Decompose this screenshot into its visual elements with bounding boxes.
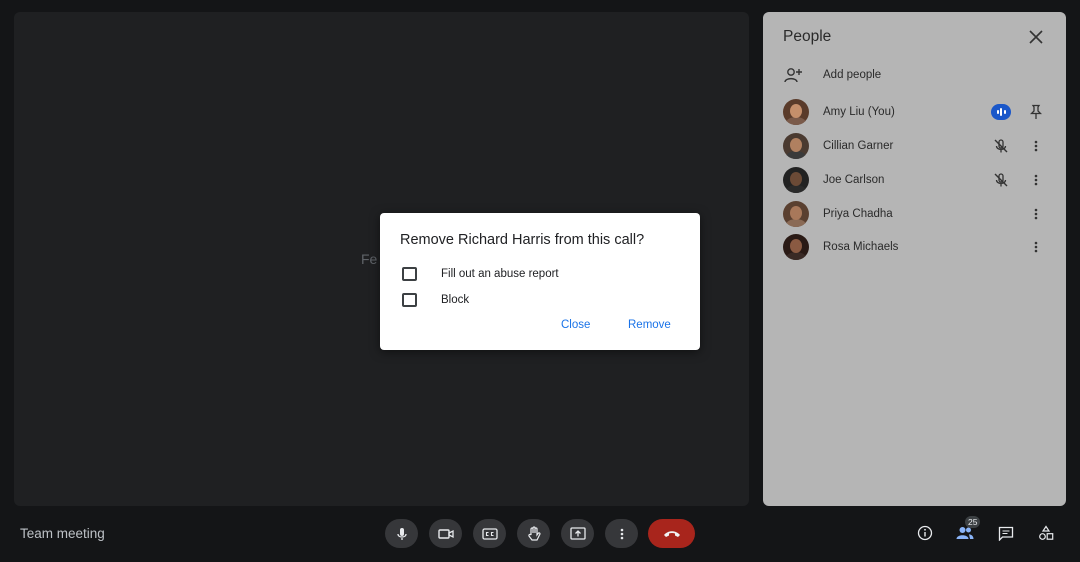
remove-button[interactable]: Remove (628, 319, 671, 331)
people-count-badge: 25 (965, 516, 981, 528)
microphone-button[interactable] (385, 519, 418, 548)
abuse-report-checkbox[interactable] (402, 267, 417, 281)
panel-title: People (783, 28, 832, 45)
close-icon (1029, 30, 1043, 44)
speaking-indicator (991, 102, 1011, 122)
add-people-button[interactable]: Add people (783, 64, 1053, 86)
mic-off-icon (994, 139, 1008, 153)
more-vert-icon (620, 528, 623, 539)
mute-status (991, 170, 1011, 190)
info-icon (917, 525, 933, 541)
close-panel-button[interactable] (1025, 26, 1047, 48)
mic-off-icon (994, 173, 1008, 187)
participant-row[interactable]: Joe Carlson (783, 166, 1053, 194)
participant-row[interactable]: Rosa Michaels (783, 233, 1053, 261)
chat-button[interactable] (994, 522, 1018, 544)
participant-name: Priya Chadha (823, 208, 893, 220)
hand-icon (527, 525, 541, 541)
stage-hint-text: Fe (361, 251, 378, 267)
meeting-name: Team meeting (20, 526, 105, 541)
block-option[interactable]: Block (402, 292, 469, 308)
avatar (783, 99, 809, 125)
participant-options-button[interactable] (1026, 237, 1046, 257)
more-vert-icon (1034, 208, 1038, 220)
present-screen-button[interactable] (561, 519, 594, 548)
audio-level-icon (991, 104, 1011, 120)
avatar (783, 201, 809, 227)
participant-name: Amy Liu (You) (823, 106, 895, 118)
mute-status (991, 136, 1011, 156)
participant-options-button[interactable] (1026, 136, 1046, 156)
end-call-icon (663, 530, 680, 537)
raise-hand-button[interactable] (517, 519, 550, 548)
block-label: Block (441, 294, 470, 306)
remove-participant-dialog: Remove Richard Harris from this call? Fi… (380, 213, 700, 350)
camera-button[interactable] (429, 519, 462, 548)
avatar (783, 167, 809, 193)
captions-icon (481, 527, 498, 540)
activities-icon (1039, 525, 1054, 540)
participant-row[interactable]: Amy Liu (You) (783, 98, 1053, 126)
abuse-report-label: Fill out an abuse report (441, 268, 559, 280)
block-checkbox[interactable] (402, 293, 417, 307)
participant-name: Joe Carlson (823, 174, 885, 186)
dialog-title: Remove Richard Harris from this call? (400, 232, 645, 248)
captions-button[interactable] (473, 519, 506, 548)
add-people-label: Add people (823, 69, 882, 81)
pin-icon (1030, 104, 1042, 119)
participant-options-button[interactable] (1026, 204, 1046, 224)
participant-row[interactable]: Cillian Garner (783, 132, 1053, 160)
activities-button[interactable] (1034, 522, 1058, 544)
avatar (783, 133, 809, 159)
pin-button[interactable] (1026, 102, 1046, 122)
microphone-icon (396, 527, 407, 540)
participant-name: Rosa Michaels (823, 241, 899, 253)
camera-icon (437, 528, 454, 539)
present-screen-icon (569, 527, 586, 540)
abuse-report-option[interactable]: Fill out an abuse report (402, 266, 559, 282)
add-person-icon (784, 68, 802, 83)
more-options-button[interactable] (605, 519, 638, 548)
more-vert-icon (1034, 140, 1038, 152)
participant-name: Cillian Garner (823, 140, 894, 152)
close-button[interactable]: Close (561, 319, 590, 331)
chat-icon (998, 526, 1014, 541)
participant-options-button[interactable] (1026, 170, 1046, 190)
more-vert-icon (1034, 241, 1038, 253)
people-icon (956, 527, 974, 539)
meeting-details-button[interactable] (913, 522, 937, 544)
end-call-button[interactable] (648, 519, 695, 548)
more-vert-icon (1034, 174, 1038, 186)
participant-row[interactable]: Priya Chadha (783, 200, 1053, 228)
avatar (783, 234, 809, 260)
people-panel: People Add people Amy Liu (You) Cillian G… (763, 12, 1066, 506)
